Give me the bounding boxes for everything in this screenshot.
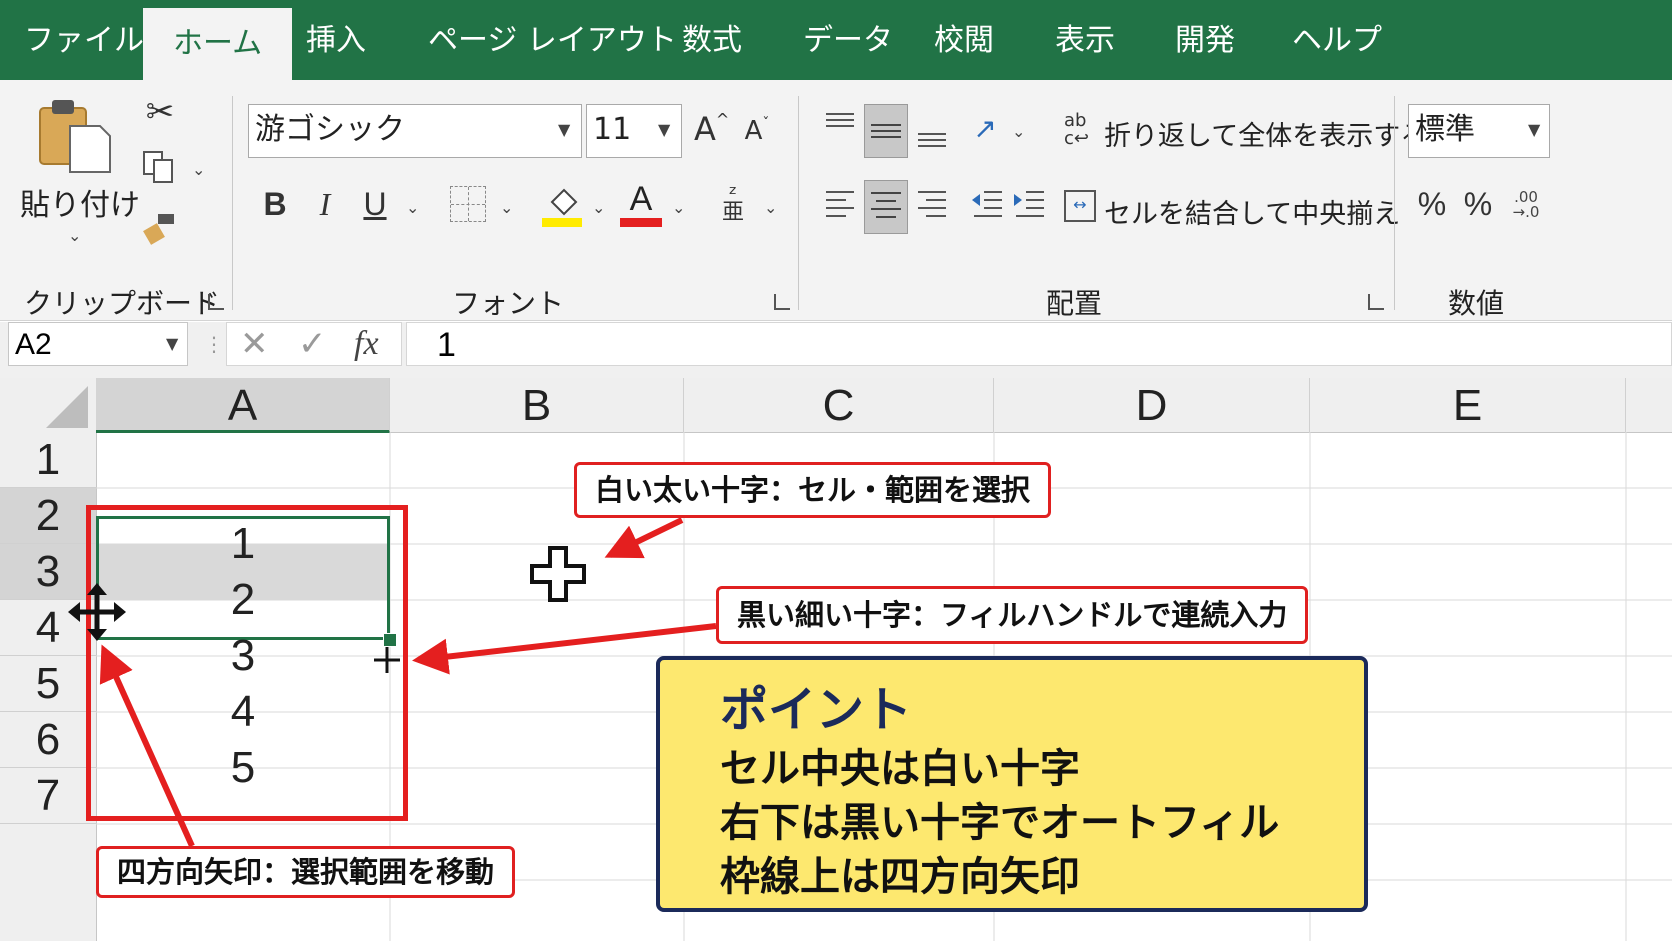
clipboard-launcher-icon[interactable] <box>208 294 224 310</box>
tab-data[interactable]: データ <box>803 18 893 64</box>
tab-view[interactable]: 表示 <box>1055 18 1115 64</box>
point-line-1: セル中央は白い十字 <box>720 746 1080 792</box>
point-line-3: 枠線上は四方向矢印 <box>720 854 1080 900</box>
paste-button[interactable]: 貼り付け <box>20 180 140 224</box>
tab-review[interactable]: 校閲 <box>934 18 994 64</box>
borders-icon[interactable] <box>450 186 486 222</box>
alignment-launcher-icon[interactable] <box>1368 294 1384 310</box>
column-header-c[interactable]: C <box>684 378 994 433</box>
align-middle-icon[interactable] <box>864 104 908 158</box>
align-bottom-icon[interactable] <box>914 108 950 156</box>
number-group-label: 数値 <box>1448 287 1505 320</box>
column-header-b[interactable]: B <box>390 378 684 433</box>
number-format-dropdown-icon[interactable]: ▼ <box>1528 120 1540 139</box>
increase-decimal-icon[interactable]: .00 →.0 <box>1508 190 1544 220</box>
percent-style-button[interactable]: % <box>1414 186 1450 223</box>
font-color-dropdown-icon[interactable]: ⌄ <box>672 198 685 217</box>
tab-file[interactable]: ファイル <box>24 18 144 64</box>
point-line-2: 右下は黒い十字でオートフィル <box>720 800 1280 846</box>
merge-center-icon[interactable]: ↔ <box>1064 190 1096 222</box>
clipboard-group-label: クリップボード <box>24 287 221 320</box>
paste-dropdown-icon[interactable]: ⌄ <box>68 226 81 245</box>
wrap-text-icon[interactable]: ab c↩ <box>1064 112 1096 152</box>
comma-style-button[interactable]: % <box>1460 186 1496 223</box>
select-all-button[interactable] <box>0 378 96 432</box>
shrink-font-icon[interactable]: Aˇ <box>742 116 772 146</box>
formula-bar-grip-icon: ⋮ <box>204 332 224 356</box>
callout-white-cross: 白い太い十字：セル・範囲を選択 <box>574 462 1052 518</box>
callout-black-cross: 黒い細い十字：フィルハンドルで連続入力 <box>716 586 1309 644</box>
highlight-frame <box>86 505 408 821</box>
align-left-icon[interactable] <box>822 186 858 230</box>
font-size-value: 11 <box>593 112 632 147</box>
callout-four-arrow: 四方向矢印：選択範囲を移動 <box>96 846 516 898</box>
move-arrow-cursor-icon <box>68 583 126 641</box>
phonetic-dropdown-icon[interactable]: ⌄ <box>764 198 777 217</box>
align-center-icon[interactable] <box>864 180 908 234</box>
grow-font-icon[interactable]: A^ <box>694 110 729 148</box>
font-name-combo[interactable]: 游ゴシック <box>248 104 582 158</box>
decrease-indent-icon[interactable] <box>970 186 1004 230</box>
tab-developer[interactable]: 開発 <box>1175 18 1235 64</box>
wrap-text-button[interactable]: 折り返して全体を表示する <box>1104 114 1427 153</box>
divider <box>232 96 233 310</box>
orientation-icon[interactable]: ↗ <box>968 112 1002 145</box>
align-right-icon[interactable] <box>914 186 950 230</box>
insert-function-icon[interactable]: fx <box>354 322 379 366</box>
name-box-value: A2 <box>15 328 52 361</box>
underline-dropdown-icon[interactable]: ⌄ <box>406 198 419 217</box>
name-box[interactable]: A2 <box>8 322 188 366</box>
font-name-dropdown-icon[interactable]: ▼ <box>558 120 570 139</box>
font-name-value: 游ゴシック <box>255 112 405 147</box>
row-header-1[interactable]: 1 <box>0 432 96 488</box>
cancel-icon[interactable]: ✕ <box>240 322 269 366</box>
number-format-value: 標準 <box>1415 112 1475 147</box>
row-header-7[interactable]: 7 <box>0 768 96 824</box>
font-group-label: フォント <box>452 287 565 320</box>
black-cross-cursor-icon <box>372 645 402 675</box>
tab-formulas[interactable]: 数式 <box>682 18 742 64</box>
orientation-dropdown-icon[interactable]: ⌄ <box>1012 122 1025 141</box>
font-launcher-icon[interactable] <box>774 294 790 310</box>
italic-button[interactable]: I <box>308 186 342 223</box>
tab-help[interactable]: ヘルプ <box>1292 18 1382 64</box>
ribbon-tab-bar: ファイル ホーム 挿入 ページ レイアウト 数式 データ 校閲 表示 開発 ヘル… <box>0 0 1672 80</box>
formula-value: 1 <box>437 326 456 364</box>
tab-home[interactable]: ホーム <box>143 8 293 80</box>
row-header-6[interactable]: 6 <box>0 712 96 768</box>
column-header-d[interactable]: D <box>994 378 1310 433</box>
cut-icon[interactable]: ✂ <box>140 92 180 132</box>
underline-button[interactable]: U <box>358 186 392 223</box>
fill-color-dropdown-icon[interactable]: ⌄ <box>592 198 605 217</box>
column-header-a[interactable]: A <box>96 378 390 433</box>
enter-icon[interactable]: ✓ <box>298 322 327 366</box>
align-top-icon[interactable] <box>822 108 858 152</box>
name-box-dropdown-icon[interactable]: ▼ <box>166 334 178 353</box>
alignment-group-label: 配置 <box>1046 287 1103 320</box>
tab-page-layout[interactable]: ページ レイアウト <box>428 18 677 64</box>
merge-dropdown-icon[interactable]: ⌄ <box>1346 200 1359 219</box>
white-cross-cursor-icon <box>528 544 588 604</box>
point-box: ポイント セル中央は白い十字 右下は黒い十字でオートフィル 枠線上は四方向矢印 <box>656 656 1368 912</box>
copy-dropdown-icon[interactable]: ⌄ <box>192 160 205 179</box>
tab-insert[interactable]: 挿入 <box>306 18 366 64</box>
divider <box>798 96 799 310</box>
fill-color-icon[interactable] <box>542 182 582 228</box>
column-header-e[interactable]: E <box>1310 378 1626 433</box>
copy-icon[interactable] <box>142 150 176 186</box>
phonetic-icon[interactable]: ᶻ亜 <box>716 184 750 224</box>
point-title: ポイント <box>720 682 913 738</box>
font-color-icon[interactable]: A <box>620 180 662 228</box>
row-header-5[interactable]: 5 <box>0 656 96 712</box>
borders-dropdown-icon[interactable]: ⌄ <box>500 198 513 217</box>
increase-indent-icon[interactable] <box>1012 186 1046 230</box>
format-painter-icon[interactable] <box>142 210 178 246</box>
font-size-dropdown-icon[interactable]: ▼ <box>658 120 670 139</box>
formula-input[interactable]: 1 <box>406 322 1672 366</box>
paste-icon[interactable] <box>30 96 116 186</box>
divider <box>1394 96 1395 310</box>
bold-button[interactable]: B <box>258 186 292 223</box>
row-header-2[interactable]: 2 <box>0 488 96 544</box>
